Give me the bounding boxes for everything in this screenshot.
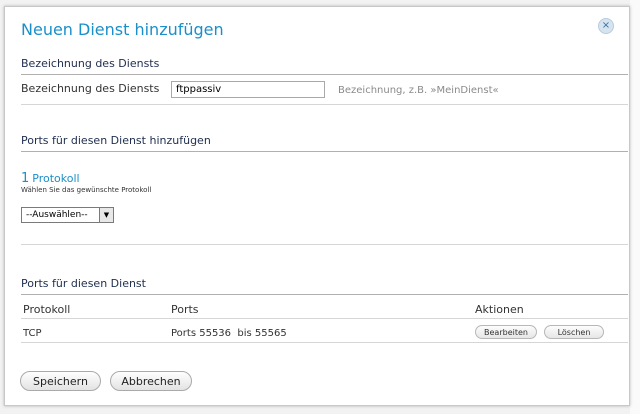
column-header-actions: Aktionen	[475, 303, 524, 316]
delete-button[interactable]: Löschen	[544, 325, 604, 339]
column-header-protocol: Protokoll	[23, 303, 71, 316]
step-description: Wählen Sie das gewünschte Protokoll	[21, 186, 152, 194]
add-service-dialog: Neuen Dienst hinzufügen × Bezeichnung de…	[4, 6, 630, 406]
protocol-select[interactable]: --Auswählen-- ▼	[21, 207, 114, 223]
divider	[21, 342, 628, 343]
divider	[21, 104, 628, 105]
step-protocol: 1 Protokoll	[21, 167, 80, 186]
background-strip	[630, 0, 640, 414]
service-name-input[interactable]	[171, 81, 325, 98]
section-heading-port-list: Ports für diesen Dienst	[21, 277, 628, 295]
dialog-title: Neuen Dienst hinzufügen	[21, 20, 224, 39]
chevron-down-icon[interactable]: ▼	[99, 208, 113, 222]
service-name-label: Bezeichnung des Diensts	[21, 82, 160, 95]
table-header-divider	[21, 318, 628, 319]
protocol-select-value: --Auswählen--	[26, 210, 88, 220]
section-heading-name: Bezeichnung des Diensts	[21, 57, 628, 75]
service-name-hint: Bezeichnung, z.B. »MeinDienst«	[338, 85, 499, 96]
save-button[interactable]: Speichern	[20, 371, 101, 391]
cancel-button[interactable]: Abbrechen	[110, 371, 192, 391]
edit-button[interactable]: Bearbeiten	[475, 325, 537, 339]
step-label: Protokoll	[32, 172, 80, 185]
row-protocol: TCP	[23, 328, 42, 339]
row-ports: Ports 55536 bis 55565	[171, 328, 287, 339]
close-icon[interactable]: ×	[598, 18, 614, 34]
column-header-ports: Ports	[171, 303, 199, 316]
divider	[21, 244, 628, 245]
section-heading-add-ports: Ports für diesen Dienst hinzufügen	[21, 134, 628, 152]
step-number: 1	[21, 171, 30, 186]
